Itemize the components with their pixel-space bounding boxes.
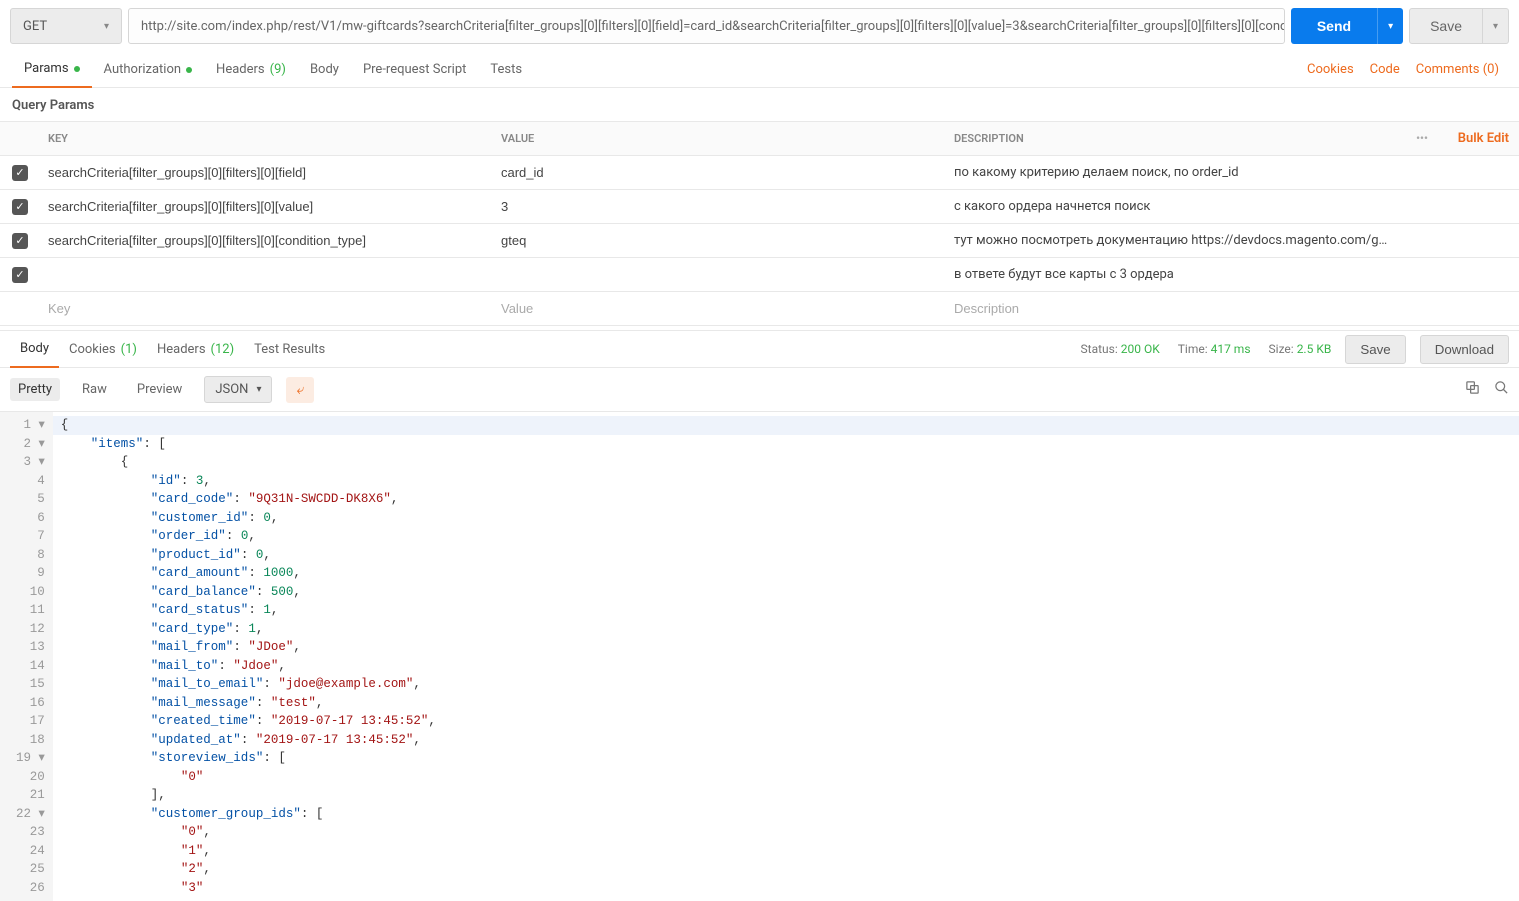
tab-headers-count: (9) xyxy=(270,62,286,77)
resp-tab-headers-count: (12) xyxy=(211,342,235,357)
param-value-input[interactable] xyxy=(501,199,938,214)
param-desc[interactable]: с какого ордера начнется поиск xyxy=(946,199,1399,214)
col-key-header: Key xyxy=(40,132,493,145)
caret-down-icon: ▾ xyxy=(256,384,261,395)
param-checkbox[interactable]: ✓ xyxy=(12,233,28,249)
param-value-input-new[interactable] xyxy=(501,301,938,316)
tab-pre-request[interactable]: Pre-request Script xyxy=(351,52,478,88)
col-desc-header: Description xyxy=(946,132,1399,145)
param-checkbox[interactable]: ✓ xyxy=(12,199,28,215)
response-meta: Status: 200 OK Time: 417 ms Size: 2.5 KB xyxy=(1081,342,1332,356)
tab-params-label: Params xyxy=(24,61,69,76)
response-body[interactable]: 1 ▾2 ▾3 ▾45678910111213141516171819 ▾202… xyxy=(0,412,1519,901)
link-comments[interactable]: Comments (0) xyxy=(1408,62,1507,77)
response-tabs: Body Cookies (1) Headers (12) Test Resul… xyxy=(0,330,1519,368)
url-text: http://site.com/index.php/rest/V1/mw-gif… xyxy=(141,19,1285,34)
view-preview[interactable]: Preview xyxy=(129,378,190,401)
wrap-lines-icon[interactable]: ⤶ xyxy=(286,377,314,403)
resp-tab-body[interactable]: Body xyxy=(10,330,59,368)
query-params-title: Query Params xyxy=(0,88,1519,121)
dot-icon xyxy=(186,67,192,73)
param-row-new xyxy=(0,292,1519,326)
method-select[interactable]: GET ▾ xyxy=(10,8,122,44)
url-input[interactable]: http://site.com/index.php/rest/V1/mw-gif… xyxy=(128,8,1285,44)
param-desc[interactable]: в ответе будут все карты с 3 ордера xyxy=(946,267,1399,282)
size-value: 2.5 KB xyxy=(1297,342,1332,356)
method-label: GET xyxy=(23,19,47,34)
tab-body[interactable]: Body xyxy=(298,52,351,88)
tab-headers-label: Headers xyxy=(216,62,265,77)
param-key-input-new[interactable] xyxy=(48,301,485,316)
param-value-input[interactable] xyxy=(501,233,938,248)
param-row: ✓ в ответе будут все карты с 3 ордера xyxy=(0,258,1519,292)
param-key-input[interactable] xyxy=(48,165,485,180)
resp-tab-tests[interactable]: Test Results xyxy=(244,330,335,368)
tab-headers[interactable]: Headers (9) xyxy=(204,52,298,88)
link-code[interactable]: Code xyxy=(1362,62,1408,77)
save-button[interactable]: Save xyxy=(1409,8,1483,44)
status-label: Status: xyxy=(1081,342,1118,356)
param-key-input[interactable] xyxy=(48,233,485,248)
param-checkbox[interactable]: ✓ xyxy=(12,165,28,181)
param-desc[interactable]: по какому критерию делаем поиск, по orde… xyxy=(946,165,1399,180)
format-label: JSON xyxy=(215,382,248,397)
param-desc-input-new[interactable] xyxy=(954,301,1391,316)
tab-tests[interactable]: Tests xyxy=(478,52,534,88)
save-dropdown-button[interactable]: ▾ xyxy=(1483,8,1509,44)
save-response-button[interactable]: Save xyxy=(1345,335,1405,364)
more-icon[interactable]: ••• xyxy=(1399,132,1445,145)
caret-down-icon: ▾ xyxy=(104,21,109,32)
param-row: ✓ тут можно посмотреть документацию https… xyxy=(0,224,1519,258)
tab-authorization-label: Authorization xyxy=(104,62,182,77)
tab-params[interactable]: Params xyxy=(12,52,92,88)
status-value: 200 OK xyxy=(1121,342,1160,356)
time-value: 417 ms xyxy=(1211,342,1251,356)
param-row: ✓ по какому критерию делаем поиск, по ord… xyxy=(0,156,1519,190)
request-tabs: Params Authorization Headers (9) Body Pr… xyxy=(0,52,1519,88)
size-label: Size: xyxy=(1269,342,1294,356)
params-table: Key Value Description ••• Bulk Edit ✓ по … xyxy=(0,121,1519,326)
time-label: Time: xyxy=(1178,342,1208,356)
col-value-header: Value xyxy=(493,132,946,145)
dot-icon xyxy=(74,66,80,72)
view-toolbar: Pretty Raw Preview JSON ▾ ⤶ xyxy=(0,368,1519,412)
link-cookies[interactable]: Cookies xyxy=(1299,62,1362,77)
param-value-input[interactable] xyxy=(501,267,938,282)
view-pretty[interactable]: Pretty xyxy=(10,378,60,401)
format-select[interactable]: JSON ▾ xyxy=(204,376,272,403)
param-value-input[interactable] xyxy=(501,165,938,180)
resp-tab-headers[interactable]: Headers (12) xyxy=(147,330,244,368)
download-response-button[interactable]: Download xyxy=(1420,335,1509,364)
view-raw[interactable]: Raw xyxy=(74,378,115,401)
param-key-input[interactable] xyxy=(48,199,485,214)
resp-tab-headers-label: Headers xyxy=(157,342,206,357)
param-key-input[interactable] xyxy=(48,267,485,282)
param-row: ✓ с какого ордера начнется поиск xyxy=(0,190,1519,224)
resp-tab-cookies-label: Cookies xyxy=(69,342,116,357)
copy-icon[interactable] xyxy=(1465,380,1480,399)
tab-authorization[interactable]: Authorization xyxy=(92,52,205,88)
bulk-edit-link[interactable]: Bulk Edit xyxy=(1445,131,1519,146)
param-checkbox[interactable]: ✓ xyxy=(12,267,28,283)
resp-tab-cookies[interactable]: Cookies (1) xyxy=(59,330,147,368)
send-dropdown-button[interactable]: ▾ xyxy=(1377,8,1403,44)
send-button[interactable]: Send xyxy=(1291,8,1377,44)
resp-tab-cookies-count: (1) xyxy=(121,342,137,357)
param-desc[interactable]: тут можно посмотреть документацию https:… xyxy=(946,233,1399,248)
search-icon[interactable] xyxy=(1494,380,1509,399)
